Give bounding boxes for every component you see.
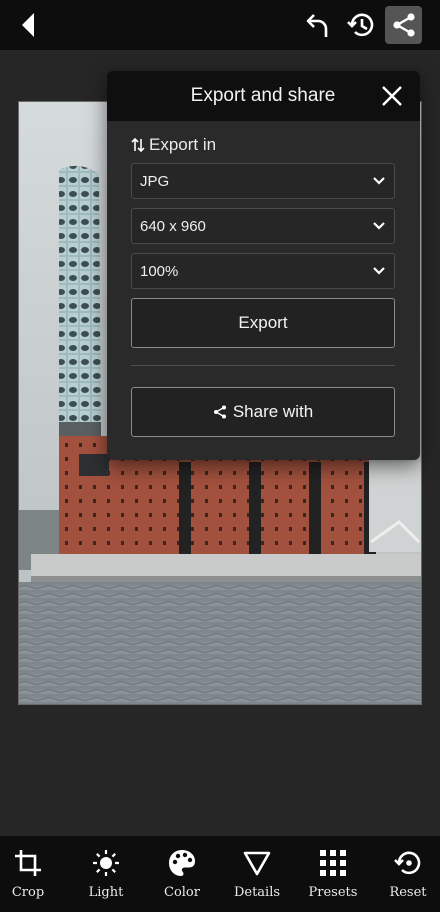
- divider: [131, 365, 395, 366]
- crop-icon: [15, 850, 41, 876]
- share-with-button[interactable]: Share with: [131, 387, 395, 437]
- back-button[interactable]: [10, 6, 46, 44]
- top-bar: [0, 0, 440, 50]
- quality-select[interactable]: 100%: [131, 253, 395, 289]
- undo-button[interactable]: [300, 6, 336, 44]
- history-button[interactable]: [342, 6, 380, 44]
- export-button-label: Export: [238, 313, 288, 332]
- chevron-down-icon: [373, 222, 385, 230]
- back-arrow-icon: [22, 13, 34, 37]
- share-icon: [392, 13, 415, 37]
- tool-color[interactable]: Color: [144, 836, 220, 912]
- export-button[interactable]: Export: [131, 298, 395, 348]
- export-in-label-row: Export in: [131, 134, 216, 156]
- quality-value: 100%: [140, 262, 179, 280]
- share-button[interactable]: [385, 6, 422, 44]
- panel-header: Export and share: [107, 71, 420, 121]
- tool-label: Color: [164, 885, 200, 900]
- share-icon: [213, 405, 226, 419]
- close-button[interactable]: [378, 82, 406, 110]
- tool-reset[interactable]: Reset: [370, 836, 440, 912]
- tool-presets[interactable]: Presets: [295, 836, 371, 912]
- triangle-icon: [243, 851, 271, 876]
- chevron-down-icon: [373, 177, 385, 185]
- export-in-label: Export in: [149, 135, 217, 154]
- tool-label: Reset: [389, 885, 427, 900]
- tool-label: Presets: [308, 885, 358, 900]
- tool-label: Light: [88, 885, 124, 900]
- format-value: JPG: [140, 172, 170, 190]
- size-select[interactable]: 640 x 960: [131, 208, 395, 244]
- tool-label: Crop: [11, 885, 45, 900]
- sun-icon: [93, 850, 119, 876]
- export-share-panel: Export and share Export in JPG 640 x 960…: [107, 71, 420, 460]
- share-with-label: Share with: [232, 402, 314, 421]
- bottom-toolbar: Crop Light Color Details Presets Reset: [0, 836, 440, 912]
- format-select[interactable]: JPG: [131, 163, 395, 199]
- panel-title: Export and share: [190, 85, 336, 106]
- history-icon: [347, 13, 374, 37]
- tool-label: Details: [233, 885, 281, 900]
- reset-icon: [394, 851, 421, 875]
- tool-details[interactable]: Details: [219, 836, 295, 912]
- palette-icon: [169, 850, 195, 876]
- tool-crop[interactable]: Crop: [0, 836, 66, 912]
- close-icon: [382, 86, 402, 106]
- size-value: 640 x 960: [140, 217, 206, 235]
- tool-light[interactable]: Light: [68, 836, 144, 912]
- chevron-down-icon: [373, 267, 385, 275]
- undo-icon: [306, 14, 328, 37]
- grid-icon: [320, 850, 346, 876]
- sort-arrows-icon: [131, 137, 145, 153]
